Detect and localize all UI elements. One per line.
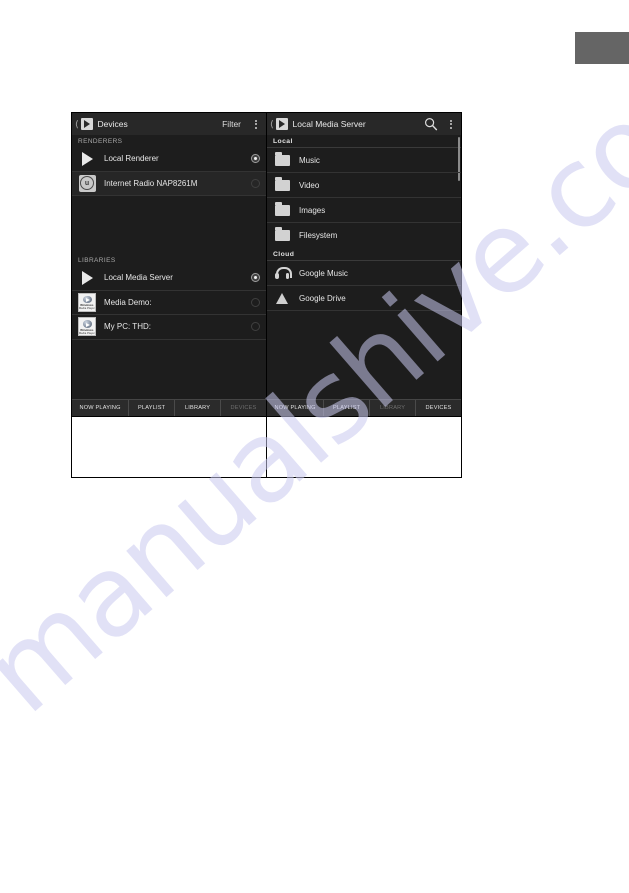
list-item-label: Google Drive	[299, 293, 346, 303]
folder-icon	[273, 227, 291, 245]
play-app-icon[interactable]	[80, 118, 93, 130]
windows-media-player-icon: Windows Media Player	[78, 292, 96, 312]
list-item-local-renderer[interactable]: Local Renderer	[72, 147, 266, 172]
tab-now-playing[interactable]: NOW PLAYING	[267, 400, 325, 416]
section-header-cloud: Cloud	[267, 248, 461, 261]
folder-icon	[273, 151, 291, 169]
section-header-local: Local	[267, 135, 461, 148]
list-item-label: Local Media Server	[104, 273, 173, 283]
tab-devices[interactable]: DEVICES	[221, 400, 266, 416]
tab-library[interactable]: LIBRARY	[175, 400, 222, 416]
devices-action-bar: ⟨ Devices Filter	[72, 113, 266, 135]
folder-icon	[273, 201, 291, 219]
list-item-local-media-server[interactable]: Local Media Server	[72, 266, 266, 291]
section-header-libraries: LIBRARIES	[72, 254, 266, 266]
screenshot-cell-devices: ⟨ Devices Filter RENDERERS Local Rendere…	[71, 112, 267, 417]
library-action-bar: ⟨ Local Media Server	[267, 113, 461, 135]
action-bar-title: Devices	[97, 119, 128, 129]
screenshot-cell-library: ⟨ Local Media Server Local Music Video I…	[266, 112, 462, 417]
list-item-google-music[interactable]: Google Music	[267, 261, 461, 286]
list-item-filesystem[interactable]: Filesystem	[267, 223, 461, 248]
radio-selected[interactable]	[251, 154, 260, 164]
list-item-music[interactable]: Music	[267, 148, 461, 173]
folder-icon	[273, 176, 291, 194]
back-chevron-icon[interactable]: ⟨	[270, 119, 274, 129]
devices-tab-bar: NOW PLAYING PLAYLIST LIBRARY DEVICES	[72, 399, 266, 416]
screenshot-table: ⟨ Devices Filter RENDERERS Local Rendere…	[71, 112, 462, 478]
list-item-internet-radio[interactable]: u Internet Radio NAP8261M	[72, 171, 266, 196]
devices-list-empty-space	[72, 196, 266, 254]
list-item-label: Images	[299, 205, 326, 215]
tab-library[interactable]: LIBRARY	[370, 400, 417, 416]
list-item-video[interactable]: Video	[267, 173, 461, 198]
tab-playlist[interactable]: PLAYLIST	[129, 400, 176, 416]
list-item-label: Music	[299, 155, 320, 165]
radio-selected[interactable]	[251, 273, 260, 283]
library-screen: ⟨ Local Media Server Local Music Video I…	[267, 113, 461, 416]
list-item-label: Video	[299, 180, 320, 190]
library-tab-bar: NOW PLAYING PLAYLIST LIBRARY DEVICES	[267, 399, 461, 416]
internet-radio-icon: u	[78, 174, 96, 192]
radio-unselected[interactable]	[251, 297, 260, 307]
radio-unselected[interactable]	[251, 322, 260, 332]
search-icon[interactable]	[424, 117, 438, 131]
corner-gray-block	[575, 32, 629, 64]
play-icon	[78, 269, 96, 287]
library-list[interactable]: Local Music Video Images Filesystem Clou…	[267, 135, 461, 399]
list-item-google-drive[interactable]: Google Drive	[267, 286, 461, 311]
action-bar-title: Local Media Server	[292, 119, 366, 129]
list-item-my-pc[interactable]: Windows Media Player My PC: THD:	[72, 315, 266, 340]
tab-now-playing[interactable]: NOW PLAYING	[72, 400, 130, 416]
tab-playlist[interactable]: PLAYLIST	[324, 400, 371, 416]
windows-media-player-icon: Windows Media Player	[78, 317, 96, 337]
radio-unselected[interactable]	[251, 178, 260, 188]
list-item-media-demo[interactable]: Windows Media Player Media Demo:	[72, 291, 266, 315]
list-item-label: Media Demo:	[104, 297, 152, 307]
overflow-menu-icon[interactable]	[251, 119, 261, 129]
filter-button[interactable]: Filter	[222, 119, 241, 129]
devices-screen: ⟨ Devices Filter RENDERERS Local Rendere…	[72, 113, 266, 416]
devices-list[interactable]: RENDERERS Local Renderer u Internet Radi…	[72, 135, 266, 399]
google-drive-icon	[273, 289, 291, 307]
back-chevron-icon[interactable]: ⟨	[75, 119, 79, 129]
play-app-icon[interactable]	[275, 118, 288, 130]
list-item-label: Internet Radio NAP8261M	[104, 178, 198, 188]
list-item-label: My PC: THD:	[104, 322, 151, 332]
list-item-label: Filesystem	[299, 231, 338, 240]
headphones-icon	[273, 264, 292, 282]
list-item-label: Local Renderer	[104, 154, 159, 164]
list-item-images[interactable]: Images	[267, 198, 461, 223]
tab-devices[interactable]: DEVICES	[416, 400, 461, 416]
overflow-menu-icon[interactable]	[446, 119, 456, 129]
list-item-label: Google Music	[299, 268, 348, 278]
caption-cell-right	[266, 416, 462, 478]
section-header-renderers: RENDERERS	[72, 135, 266, 147]
play-icon	[78, 150, 96, 168]
caption-cell-left	[71, 416, 267, 478]
